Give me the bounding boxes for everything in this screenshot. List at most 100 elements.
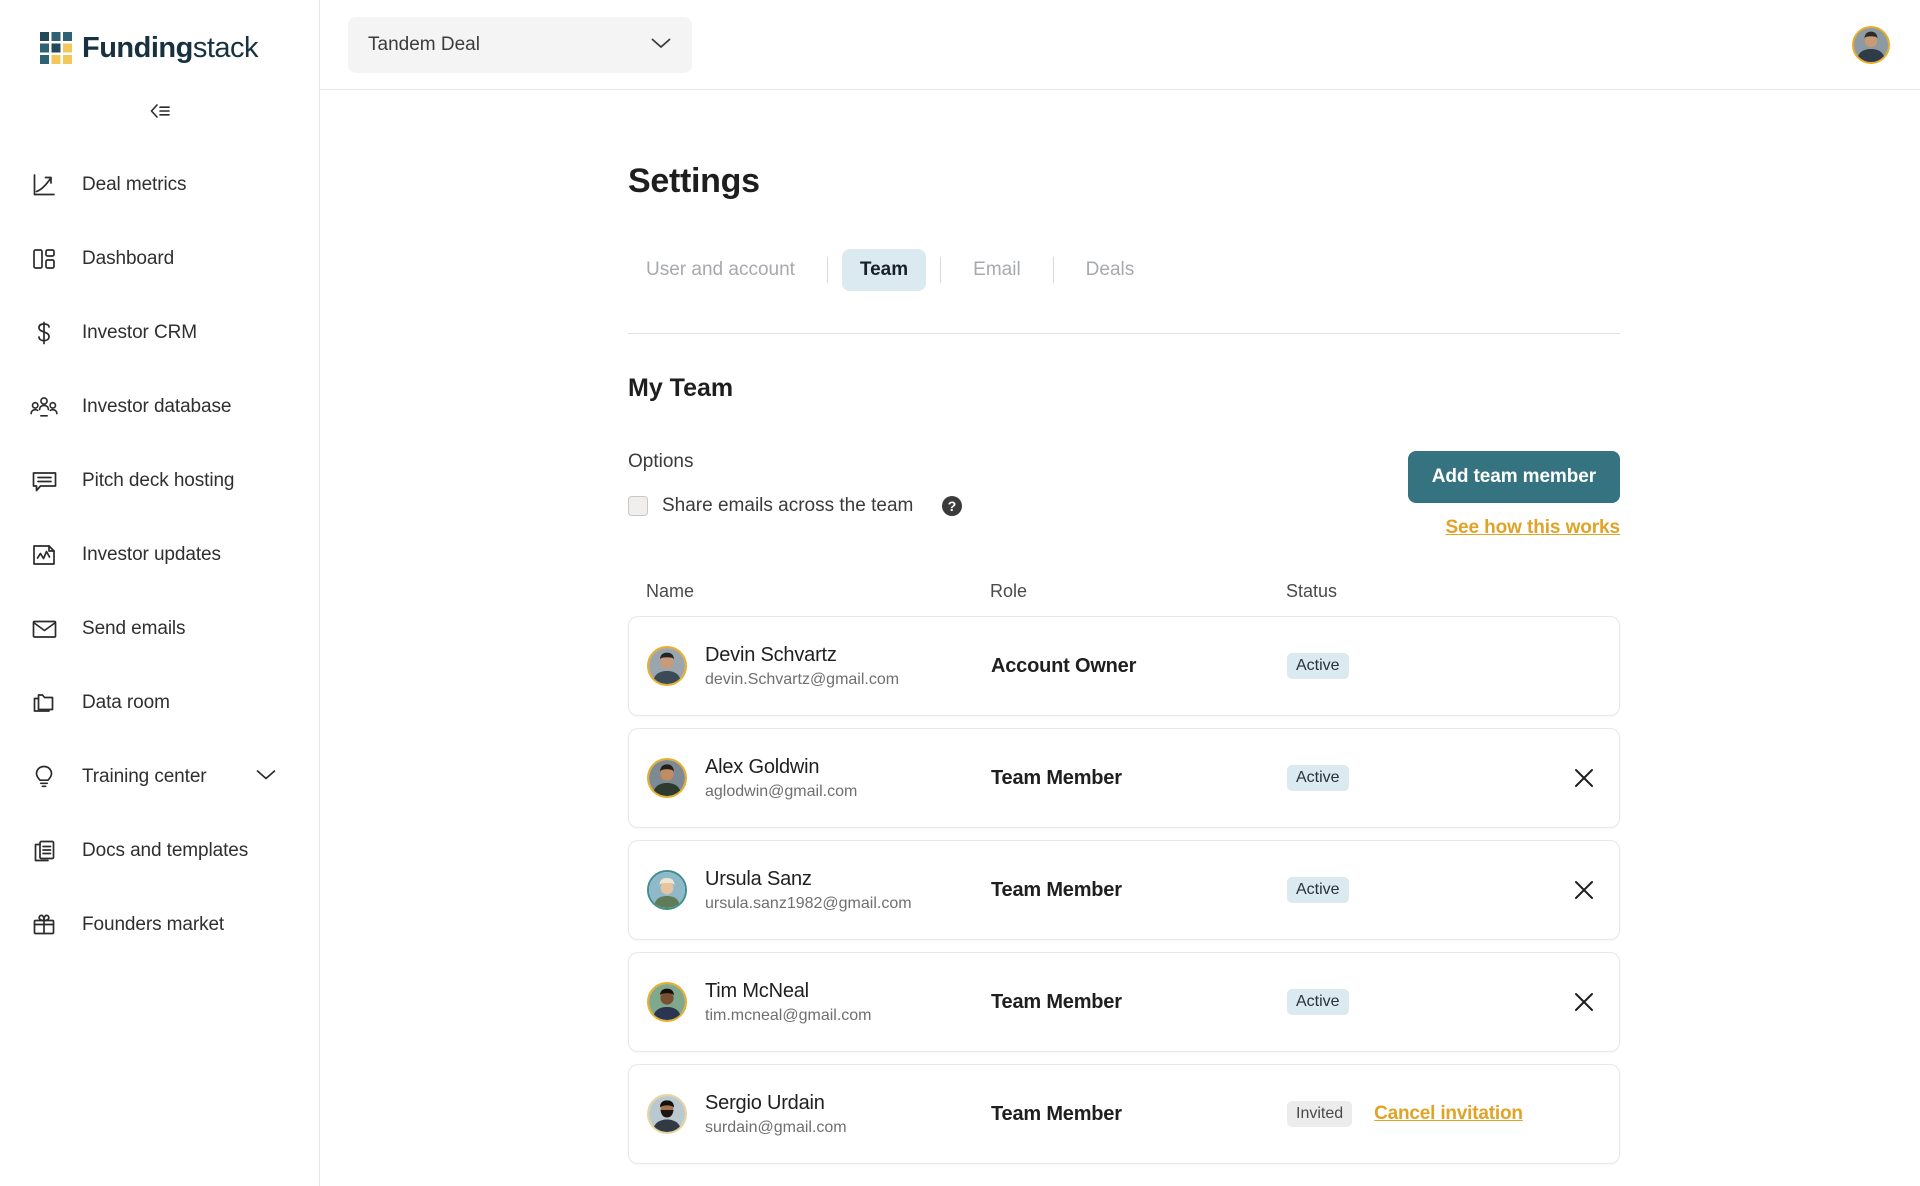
share-emails-label: Share emails across the team	[662, 495, 914, 516]
member-name: Alex Goldwin	[705, 755, 820, 778]
member-text: Tim McNeal tim.mcneal@gmail.com	[705, 980, 872, 1025]
brand-logo[interactable]: Fundingstack	[0, 0, 319, 64]
sidebar-item-data-room[interactable]: Data room	[0, 666, 319, 740]
avatar	[647, 982, 687, 1022]
user-avatar[interactable]	[1852, 25, 1890, 64]
share-emails-row: Share emails across the team ?	[628, 495, 963, 517]
sidebar-item-label: Docs and templates	[82, 840, 249, 861]
sidebar-collapse-button[interactable]	[143, 96, 177, 126]
avatar	[647, 646, 687, 686]
member-status-cell: Active	[1287, 873, 1601, 907]
member-email: devin.Schvartz@gmail.com	[705, 670, 900, 688]
member-role: Team Member	[991, 990, 1122, 1013]
member-text: Ursula Sanz ursula.sanz1982@gmail.com	[705, 868, 912, 913]
table-row: Ursula Sanz ursula.sanz1982@gmail.com Te…	[628, 840, 1620, 940]
remove-member-icon[interactable]	[1567, 985, 1601, 1019]
sidebar-item-investor-updates[interactable]: Investor updates	[0, 518, 319, 592]
avatar-image	[1854, 27, 1888, 62]
sidebar-item-founders-market[interactable]: Founders market	[0, 888, 319, 962]
sidebar-item-training-center[interactable]: Training center	[0, 740, 319, 814]
deal-selector-value: Tandem Deal	[368, 33, 480, 55]
member-status-cell: Active	[1287, 761, 1601, 795]
member-identity: Sergio Urdain surdain@gmail.com	[647, 1092, 991, 1137]
table-row: Alex Goldwin aglodwin@gmail.com Team Mem…	[628, 728, 1620, 828]
share-emails-checkbox[interactable]	[628, 496, 648, 516]
status-badge: Active	[1287, 765, 1349, 791]
options-label: Options	[628, 451, 694, 472]
sidebar-item-label: Investor updates	[82, 544, 221, 565]
member-status-cell: Active	[1287, 985, 1601, 1019]
options-right: Add team member See how this works	[1407, 451, 1620, 539]
tab-user-and-account[interactable]: User and account	[628, 249, 813, 291]
chart-document-icon	[28, 539, 60, 571]
see-how-this-works-link[interactable]: See how this works	[1445, 517, 1620, 539]
brand-name-light: stack	[192, 31, 259, 64]
divider	[628, 333, 1620, 334]
status-badge: Active	[1287, 989, 1349, 1015]
add-team-member-button[interactable]: Add team member	[1407, 451, 1620, 503]
content-inner: Settings User and account Team Email Dea…	[628, 162, 1620, 1164]
member-name: Tim McNeal	[705, 979, 809, 1002]
deal-selector[interactable]: Tandem Deal	[348, 16, 692, 73]
presentation-icon	[28, 465, 60, 497]
sidebar-item-label: Send emails	[82, 618, 186, 639]
member-email: surdain@gmail.com	[705, 1118, 847, 1136]
member-identity: Devin Schvartz devin.Schvartz@gmail.com	[647, 644, 991, 689]
gift-icon	[28, 909, 60, 941]
options-left: Options Share emails across the team ?	[628, 451, 963, 517]
sidebar-item-docs-and-templates[interactable]: Docs and templates	[0, 814, 319, 888]
remove-member-icon[interactable]	[1567, 761, 1601, 795]
member-status-cell: Active	[1287, 653, 1601, 679]
sidebar-item-dashboard[interactable]: Dashboard	[0, 222, 319, 296]
sidebar-item-investor-crm[interactable]: Investor CRM	[0, 296, 319, 370]
status-badge: Active	[1287, 653, 1349, 679]
column-header-name: Name	[646, 581, 695, 601]
tab-separator	[826, 257, 828, 283]
tab-separator	[1052, 257, 1054, 283]
member-text: Devin Schvartz devin.Schvartz@gmail.com	[705, 644, 899, 689]
sidebar: Fundingstack Deal metrics Dashboard Inve…	[0, 0, 320, 1186]
tab-separator	[940, 257, 942, 283]
avatar	[647, 1094, 687, 1134]
content-scroll: Settings User and account Team Email Dea…	[320, 90, 1920, 1186]
table-row: Sergio Urdain surdain@gmail.com Team Mem…	[628, 1064, 1620, 1164]
column-header-status: Status	[1286, 581, 1338, 601]
brand-wordmark: Fundingstack	[82, 31, 259, 64]
app-root: Fundingstack Deal metrics Dashboard Inve…	[0, 0, 1920, 1186]
sidebar-nav: Deal metrics Dashboard Investor CRM Inve…	[0, 148, 319, 962]
sidebar-item-send-emails[interactable]: Send emails	[0, 592, 319, 666]
chevron-down-icon	[650, 34, 672, 56]
tab-deals[interactable]: Deals	[1068, 249, 1153, 291]
sidebar-item-label: Investor CRM	[82, 322, 197, 343]
avatar	[647, 758, 687, 798]
people-group-icon	[28, 391, 60, 423]
cancel-invitation-link[interactable]: Cancel invitation	[1374, 1103, 1523, 1125]
avatar	[647, 870, 687, 910]
table-row: Devin Schvartz devin.Schvartz@gmail.com …	[628, 616, 1620, 716]
remove-member-icon[interactable]	[1567, 873, 1601, 907]
chevron-down-icon[interactable]	[255, 768, 277, 787]
main-area: Tandem Deal Settings User and account Te…	[320, 0, 1920, 1186]
options-row: Options Share emails across the team ? A…	[628, 451, 1620, 539]
svg-text:?: ?	[948, 498, 957, 514]
sidebar-item-deal-metrics[interactable]: Deal metrics	[0, 148, 319, 222]
topbar: Tandem Deal	[320, 0, 1920, 90]
help-circle-icon[interactable]: ?	[941, 495, 963, 517]
member-name: Ursula Sanz	[705, 867, 812, 890]
status-badge: Active	[1287, 877, 1349, 903]
envelope-icon	[28, 613, 60, 645]
sidebar-item-investor-database[interactable]: Investor database	[0, 370, 319, 444]
member-text: Sergio Urdain surdain@gmail.com	[705, 1092, 847, 1137]
member-email: aglodwin@gmail.com	[705, 782, 858, 800]
member-role: Account Owner	[991, 654, 1137, 677]
sidebar-item-pitch-deck-hosting[interactable]: Pitch deck hosting	[0, 444, 319, 518]
page-title: Settings	[628, 162, 760, 200]
member-identity: Ursula Sanz ursula.sanz1982@gmail.com	[647, 868, 991, 913]
collapse-left-icon	[150, 104, 170, 118]
tab-team[interactable]: Team	[841, 249, 927, 291]
tab-email[interactable]: Email	[955, 249, 1039, 291]
member-role: Team Member	[991, 1102, 1122, 1125]
sidebar-item-label: Dashboard	[82, 248, 175, 269]
line-chart-icon	[28, 169, 60, 201]
documents-copy-icon	[28, 835, 60, 867]
